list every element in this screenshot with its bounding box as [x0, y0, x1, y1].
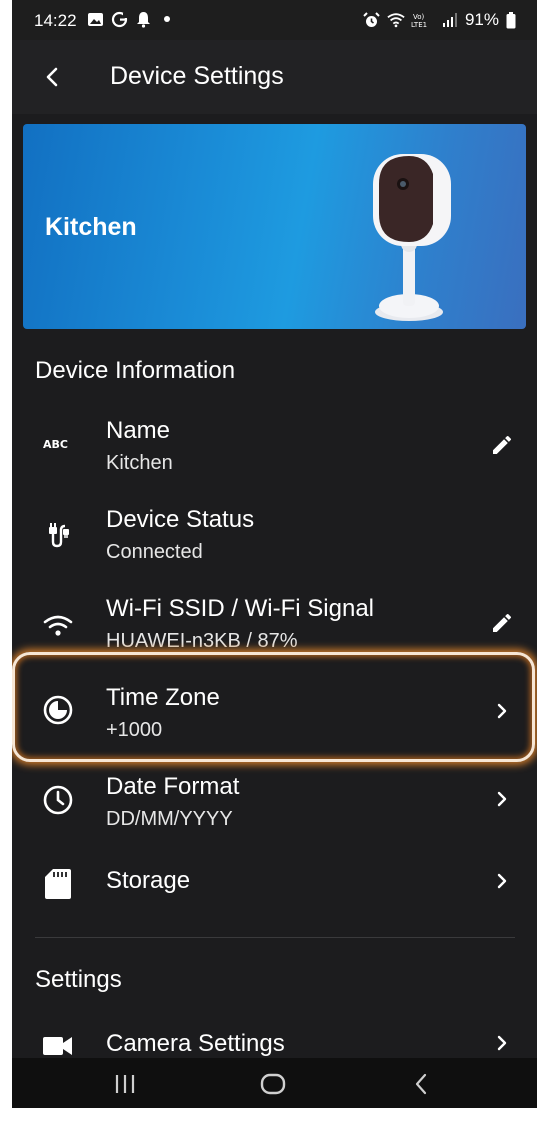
recents-button[interactable] [105, 1070, 145, 1098]
row-title: Device Status [106, 506, 255, 533]
battery-text: 91% [464, 10, 499, 29]
image-icon [86, 10, 104, 28]
device-hero-card: Kitchen [23, 124, 526, 329]
hero-device-name: Kitchen [45, 213, 137, 241]
row-subtitle: DD/MM/YYYY [106, 808, 233, 830]
svg-text:Vo): Vo) [413, 13, 425, 21]
page-title: Device Settings [110, 62, 284, 90]
home-button[interactable] [253, 1070, 293, 1098]
chevron-left-icon [46, 67, 58, 87]
back-icon [415, 1073, 427, 1095]
chevron-right-icon [487, 784, 517, 814]
setting-row-name[interactable]: ABC Name Kitchen [12, 412, 537, 500]
section-divider [35, 937, 515, 938]
plug-icon [36, 513, 80, 557]
status-left-icons [86, 10, 176, 28]
svg-text:ABC: ABC [43, 438, 68, 451]
svg-text:LTE1: LTE1 [411, 21, 427, 28]
status-right: Vo) LTE1 91% [363, 10, 517, 30]
setting-row-storage[interactable]: Storage [12, 858, 537, 918]
recents-icon [115, 1075, 135, 1093]
sd-card-icon [36, 862, 80, 906]
chevron-right-icon [487, 1028, 517, 1058]
row-title: Storage [106, 867, 191, 894]
clock-icon [36, 778, 80, 822]
signal-icon [441, 11, 459, 29]
battery-icon [505, 11, 517, 29]
volte-icon: Vo) LTE1 [411, 11, 435, 29]
chevron-right-icon [487, 866, 517, 896]
row-subtitle: Kitchen [106, 452, 173, 474]
row-subtitle: Connected [106, 541, 203, 563]
row-title: Wi-Fi SSID / Wi-Fi Signal [106, 595, 375, 622]
camera-image [373, 154, 451, 321]
setting-row-device-status: Device Status Connected [12, 501, 537, 589]
home-icon [260, 1073, 286, 1095]
wifi-icon [387, 11, 405, 29]
dot-icon [158, 10, 176, 28]
abc-icon: ABC [36, 422, 80, 466]
section-title-settings: Settings [35, 966, 122, 993]
wifi-icon [36, 604, 80, 648]
setting-row-date-format[interactable]: Date Format DD/MM/YYYY [12, 768, 537, 856]
row-title: Camera Settings [106, 1030, 285, 1057]
edit-icon[interactable] [487, 608, 517, 638]
g-icon [110, 10, 128, 28]
row-subtitle: HUAWEI-n3KB / 87% [106, 630, 298, 652]
section-title-device-information: Device Information [35, 357, 236, 384]
app-bar: Device Settings [12, 40, 537, 114]
phone-screen: 14:22 Vo) LTE1 91% Device Settings Kitch… [12, 0, 537, 1108]
back-button[interactable] [32, 57, 72, 97]
edit-icon[interactable] [487, 430, 517, 460]
system-back-button[interactable] [401, 1070, 441, 1098]
row-title: Name [106, 417, 171, 444]
status-time: 14:22 [34, 11, 77, 30]
bell-icon [134, 10, 152, 28]
alarm-icon [363, 11, 381, 29]
focus-highlight [12, 652, 535, 762]
status-bar: 14:22 Vo) LTE1 91% [12, 0, 537, 40]
system-nav-bar [12, 1058, 537, 1108]
row-title: Date Format [106, 773, 240, 800]
